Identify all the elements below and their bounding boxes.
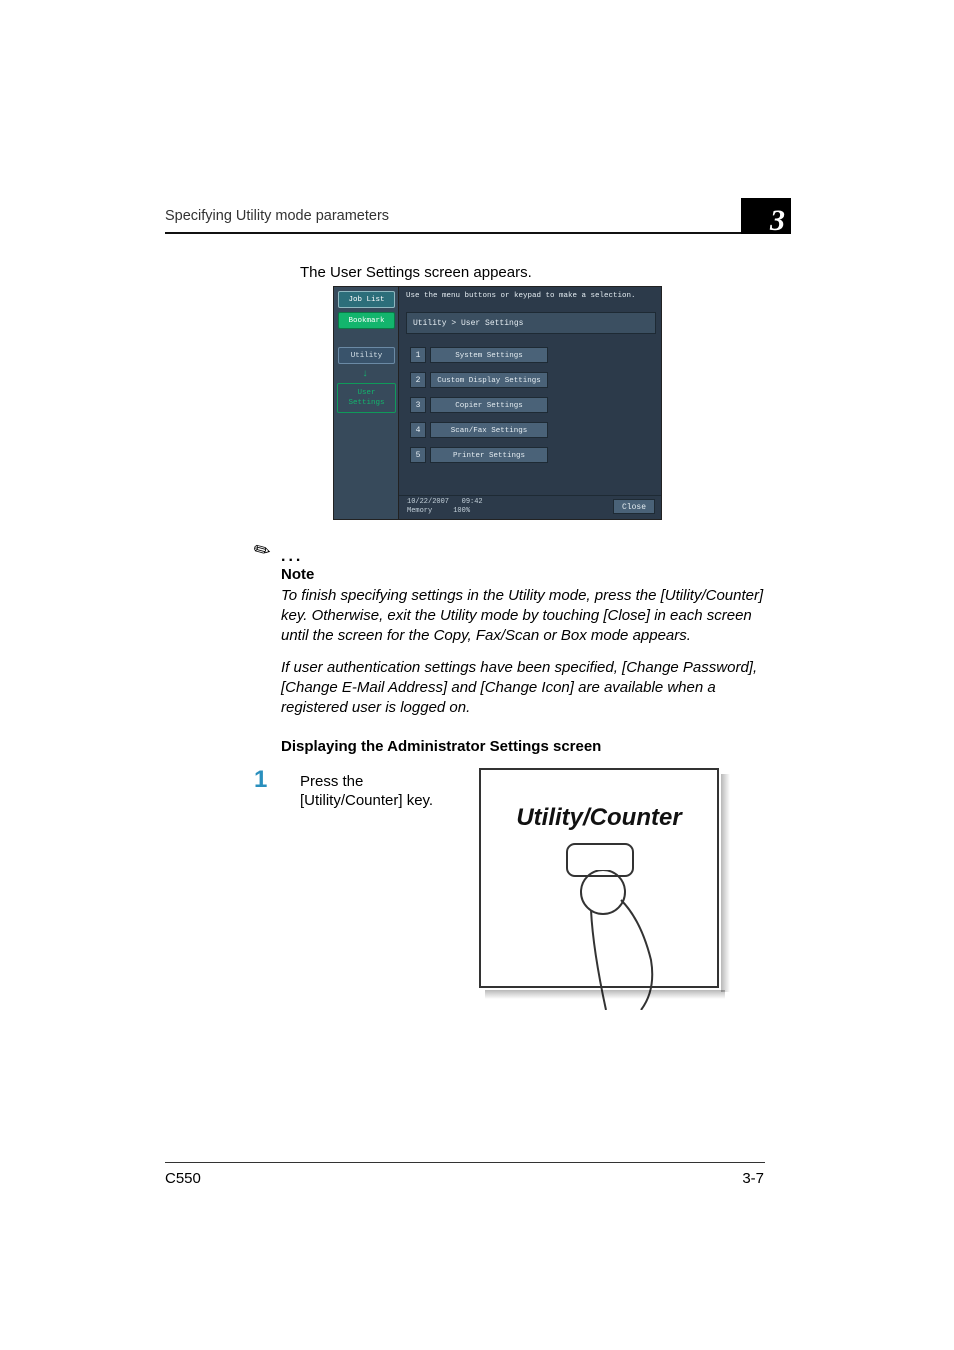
user-settings-button[interactable]: User Settings (337, 383, 396, 413)
illustration-title: Utility/Counter (481, 804, 717, 832)
page: Specifying Utility mode parameters 3 The… (0, 0, 954, 1350)
memory-label: Memory (407, 507, 432, 515)
item-number: 3 (410, 397, 426, 413)
note-paragraph-1: To finish specifying settings in the Uti… (281, 586, 766, 646)
note-icon: ✎ (249, 535, 276, 565)
bookmark-button[interactable]: Bookmark (338, 312, 395, 329)
note-dots: ... (281, 548, 303, 566)
item-label: System Settings (430, 347, 548, 363)
footer-left: C550 (165, 1170, 201, 1187)
utility-counter-illustration: Utility/Counter (479, 768, 719, 988)
screenshot-footer: 10/22/2007 09:42 Memory 100% Close (399, 495, 661, 519)
note-paragraph-2: If user authentication settings have bee… (281, 658, 766, 718)
item-label: Custom Display Settings (430, 372, 548, 388)
device-screenshot: Job List Bookmark Utility ↓ User Setting… (333, 286, 662, 520)
datetime-memory: 10/22/2007 09:42 Memory 100% (407, 498, 483, 516)
item-label: Scan/Fax Settings (430, 422, 548, 438)
hand-press-icon (571, 870, 691, 1010)
chapter-number: 3 (770, 204, 785, 238)
item-label: Copier Settings (430, 397, 548, 413)
time-value: 09:42 (462, 498, 483, 506)
chapter-badge: 3 (741, 198, 791, 234)
memory-value: 100% (453, 507, 470, 515)
note-label: Note (281, 566, 314, 583)
item-number: 5 (410, 447, 426, 463)
footer-right: 3-7 (742, 1170, 764, 1187)
subheading: Displaying the Administrator Settings sc… (281, 738, 601, 755)
illustration-shadow (721, 774, 730, 992)
utility-button[interactable]: Utility (338, 347, 395, 364)
close-button[interactable]: Close (613, 499, 655, 514)
top-message: Use the menu buttons or keypad to make a… (406, 292, 636, 300)
item-number: 4 (410, 422, 426, 438)
intro-text: The User Settings screen appears. (300, 264, 532, 281)
step-text: Press the [Utility/Counter] key. (300, 772, 462, 810)
item-label: Printer Settings (430, 447, 548, 463)
step-number: 1 (254, 766, 267, 794)
joblist-button[interactable]: Job List (338, 291, 395, 308)
date-value: 10/22/2007 (407, 498, 449, 506)
illustration-shadow (485, 990, 725, 999)
header-rule (165, 232, 765, 234)
footer-rule (165, 1162, 765, 1163)
item-number: 1 (410, 347, 426, 363)
item-number: 2 (410, 372, 426, 388)
running-header: Specifying Utility mode parameters (165, 208, 765, 224)
down-arrow-icon: ↓ (362, 369, 368, 380)
screenshot-sidebar: Job List Bookmark Utility ↓ User Setting… (334, 287, 399, 519)
breadcrumb: Utility > User Settings (406, 312, 656, 334)
